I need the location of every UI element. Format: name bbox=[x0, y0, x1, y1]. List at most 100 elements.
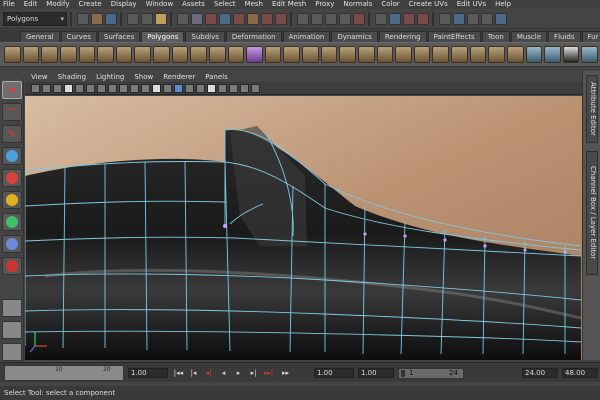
play-backward-button[interactable]: ◂ bbox=[218, 369, 229, 378]
combine-icon[interactable] bbox=[227, 46, 245, 63]
camera-attributes-icon[interactable] bbox=[42, 83, 51, 93]
goto-end-button[interactable]: ▸▸ bbox=[280, 369, 291, 378]
smooth-icon[interactable] bbox=[283, 46, 300, 63]
perspective-viewport[interactable] bbox=[25, 96, 582, 360]
four-view-layout-icon[interactable] bbox=[2, 321, 22, 339]
snap-grid-icon[interactable] bbox=[297, 12, 309, 25]
move-tool-icon[interactable] bbox=[2, 147, 22, 165]
poly-pipe-icon[interactable] bbox=[153, 46, 170, 63]
shelf-tab-fur[interactable]: Fur bbox=[581, 31, 600, 42]
menu-create-uvs[interactable]: Create UVs bbox=[409, 0, 448, 9]
shadows-icon[interactable] bbox=[196, 83, 205, 93]
panel-menu-lighting[interactable]: Lighting bbox=[96, 73, 124, 81]
step-back-key-button[interactable]: |◂ bbox=[188, 369, 199, 378]
show-tool-settings-icon[interactable] bbox=[467, 12, 479, 25]
shelf-tab-deformation[interactable]: Deformation bbox=[225, 31, 282, 42]
split-polygon-icon[interactable] bbox=[376, 46, 394, 63]
panel-menu-shading[interactable]: Shading bbox=[58, 73, 86, 81]
planar-map-icon[interactable] bbox=[525, 46, 543, 63]
wireframe-icon[interactable] bbox=[152, 83, 161, 93]
show-manip-icon[interactable] bbox=[2, 257, 22, 275]
poly-sphere-icon[interactable] bbox=[4, 46, 21, 63]
use-all-lights-icon[interactable] bbox=[185, 83, 194, 93]
component-vertex-icon[interactable] bbox=[205, 12, 217, 25]
attribute-editor-tab[interactable]: Attribute Editor bbox=[586, 75, 598, 143]
menu-normals[interactable]: Normals bbox=[343, 0, 372, 9]
range-slider[interactable]: 1 24 bbox=[398, 368, 464, 379]
shelf-tab-curves[interactable]: Curves bbox=[60, 31, 97, 42]
panel-menu-show[interactable]: Show bbox=[134, 73, 153, 81]
menu-color[interactable]: Color bbox=[381, 0, 399, 9]
poly-cylinder-icon[interactable] bbox=[41, 46, 58, 63]
menu-window[interactable]: Window bbox=[146, 0, 174, 9]
render-settings-icon[interactable] bbox=[417, 12, 429, 25]
poly-prism-icon[interactable] bbox=[115, 46, 133, 63]
new-scene-icon[interactable] bbox=[77, 12, 89, 25]
menu-select[interactable]: Select bbox=[214, 0, 236, 9]
menu-assets[interactable]: Assets bbox=[182, 0, 205, 9]
shelf-tab-surfaces[interactable]: Surfaces bbox=[97, 31, 141, 42]
shelf-tab-rendering[interactable]: Rendering bbox=[378, 31, 427, 42]
shelf-tab-painteffects[interactable]: PaintEffects bbox=[427, 31, 481, 42]
step-forward-frame-button[interactable]: ▸| bbox=[248, 369, 259, 378]
time-slider[interactable]: 10 20 bbox=[4, 365, 124, 381]
component-misc-icon[interactable] bbox=[261, 12, 273, 25]
snap-point-icon[interactable] bbox=[325, 12, 337, 25]
menu-help[interactable]: Help bbox=[495, 0, 511, 9]
smooth-shade-icon[interactable] bbox=[163, 83, 172, 93]
shelf-tab-general[interactable]: General bbox=[20, 31, 60, 42]
lock-selection-icon[interactable] bbox=[177, 12, 189, 25]
offset-edge-loop-icon[interactable] bbox=[488, 46, 505, 63]
channel-box-tab[interactable]: Channel Box / Layer Editor bbox=[586, 151, 598, 275]
show-layer-editor-icon[interactable] bbox=[495, 12, 507, 25]
checker-icon[interactable] bbox=[562, 46, 580, 63]
uv-editor-icon[interactable] bbox=[581, 46, 598, 63]
step-forward-key-button[interactable]: ▸▸| bbox=[263, 369, 274, 378]
snap-plane-icon[interactable] bbox=[339, 12, 351, 25]
goto-start-button[interactable]: |◂◂ bbox=[173, 369, 184, 378]
poly-cube-icon[interactable] bbox=[22, 46, 40, 63]
input-line-icon[interactable] bbox=[439, 12, 451, 25]
shelf-tab-toon[interactable]: Toon bbox=[481, 31, 510, 42]
render-icon[interactable] bbox=[389, 12, 401, 25]
select-by-object-icon[interactable] bbox=[141, 12, 153, 25]
menu-mesh[interactable]: Mesh bbox=[245, 0, 263, 9]
menu-edit-uvs[interactable]: Edit UVs bbox=[457, 0, 486, 9]
component-edge-icon[interactable] bbox=[219, 12, 231, 25]
high-quality-icon[interactable] bbox=[240, 83, 249, 93]
single-perspective-layout-icon[interactable] bbox=[2, 299, 22, 317]
resolution-gate-icon[interactable] bbox=[97, 83, 106, 93]
component-point-icon[interactable] bbox=[275, 12, 287, 25]
extract-icon[interactable] bbox=[264, 46, 282, 63]
menu-set-selector[interactable]: Polygons ▾ bbox=[3, 11, 67, 26]
menu-modify[interactable]: Modify bbox=[46, 0, 69, 9]
poly-platonic-icon[interactable] bbox=[208, 46, 226, 63]
select-by-hierarchy-icon[interactable] bbox=[127, 12, 139, 25]
camera-icon[interactable] bbox=[31, 83, 40, 93]
separate-icon[interactable] bbox=[246, 46, 263, 63]
soft-mod-icon[interactable] bbox=[2, 235, 22, 253]
xray-icon[interactable] bbox=[207, 83, 216, 93]
select-by-component-icon[interactable] bbox=[155, 12, 167, 25]
menu-file[interactable]: File bbox=[3, 0, 15, 9]
component-face-icon[interactable] bbox=[233, 12, 245, 25]
select-tool-icon[interactable]: ➤ bbox=[2, 81, 22, 99]
grid-toggle-icon[interactable] bbox=[75, 83, 84, 93]
component-uv-icon[interactable] bbox=[247, 12, 259, 25]
lasso-tool-icon[interactable]: ⌒ bbox=[2, 103, 22, 121]
highlight-selection-icon[interactable] bbox=[191, 12, 203, 25]
menu-create[interactable]: Create bbox=[78, 0, 101, 9]
step-back-frame-button[interactable]: ◂| bbox=[203, 369, 214, 378]
xray-joints-icon[interactable] bbox=[218, 83, 227, 93]
show-channel-box-icon[interactable] bbox=[481, 12, 493, 25]
field-chart-icon[interactable] bbox=[119, 83, 128, 93]
gate-mask-icon[interactable] bbox=[108, 83, 117, 93]
shelf-tab-dynamics[interactable]: Dynamics bbox=[331, 31, 378, 42]
bevel-icon[interactable] bbox=[432, 46, 449, 63]
shelf-tab-animation[interactable]: Animation bbox=[282, 31, 331, 42]
poly-plane-icon[interactable] bbox=[78, 46, 96, 63]
open-scene-icon[interactable] bbox=[91, 12, 103, 25]
current-frame-field[interactable]: 1.00 bbox=[128, 368, 168, 378]
panel-menu-panels[interactable]: Panels bbox=[205, 73, 228, 81]
poly-soccer-ball-icon[interactable] bbox=[190, 46, 207, 63]
